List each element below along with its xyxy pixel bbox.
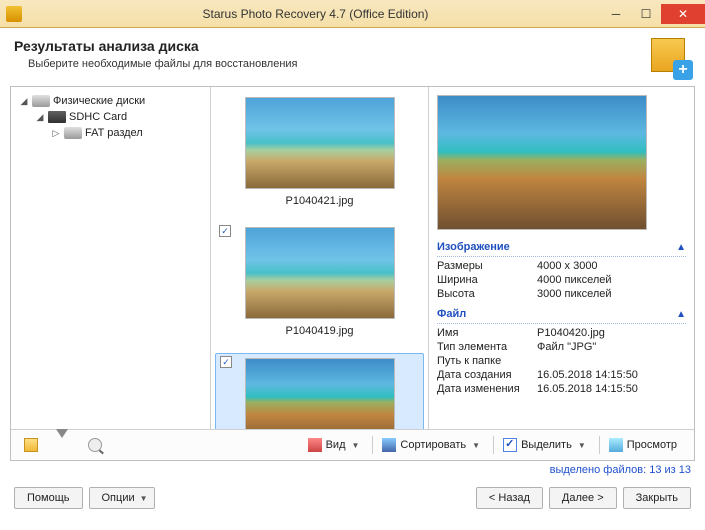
status-text: выделено файлов: 13 из 13 (0, 461, 705, 479)
section-title: Изображение (437, 241, 510, 253)
search-icon (88, 438, 102, 452)
prop-label: Высота (437, 288, 537, 300)
toolbar-label: Сортировать (400, 439, 466, 451)
preview-icon (609, 438, 623, 452)
thumbnail-list[interactable]: P1040421.jpg ✓ P1040419.jpg ✓ P1040420.j… (211, 87, 429, 429)
section-header-image[interactable]: Изображение ▲ (437, 238, 686, 257)
close-button[interactable]: ✕ (661, 4, 705, 24)
thumbnail-item-selected[interactable]: ✓ P1040420.jpg (215, 353, 424, 429)
app-icon (6, 6, 22, 22)
drive-icon (32, 95, 50, 107)
thumbnail-caption: P1040421.jpg (219, 195, 420, 207)
page-title: Результаты анализа диска (14, 38, 298, 54)
prop-value: 4000 x 3000 (537, 260, 686, 272)
expand-icon[interactable]: ◢ (35, 112, 45, 123)
button-label: Опции (102, 492, 135, 504)
toolbar-label: Вид (326, 439, 346, 451)
toolbar-label: Выделить (521, 439, 572, 451)
filter-icon (56, 438, 70, 452)
thumbnail-caption: P1040419.jpg (219, 325, 420, 337)
expand-icon[interactable]: ▷ (51, 128, 61, 139)
toolbar-search-button[interactable] (81, 434, 109, 456)
thumbnail-item[interactable]: P1040421.jpg (215, 93, 424, 211)
collapse-icon[interactable]: ▲ (676, 309, 686, 320)
toolbar: Вид ▼ Сортировать ▼ Выделить ▼ Просмотр (11, 430, 694, 460)
tree-node-sdhc[interactable]: ◢ SDHC Card (15, 109, 206, 125)
prop-label: Ширина (437, 274, 537, 286)
page-subtitle: Выберите необходимые файлы для восстанов… (14, 58, 298, 70)
select-icon (503, 438, 517, 452)
folder-icon (24, 438, 38, 452)
chevron-down-icon: ▼ (352, 441, 360, 450)
prop-label: Тип элемента (437, 341, 537, 353)
select-menu-button[interactable]: Выделить ▼ (496, 434, 593, 456)
thumbnail-item[interactable]: ✓ P1040419.jpg (215, 223, 424, 341)
properties-image-section: Изображение ▲ Размеры4000 x 3000 Ширина4… (429, 238, 694, 305)
prop-label: Дата создания (437, 369, 537, 381)
prop-value: 16.05.2018 14:15:50 (537, 383, 686, 395)
main-panel: ◢ Физические диски ◢ SDHC Card ▷ FAT раз… (10, 86, 695, 461)
partition-icon (64, 127, 82, 139)
checkbox[interactable]: ✓ (220, 356, 232, 368)
options-button[interactable]: Опции ▼ (89, 487, 155, 509)
close-wizard-button[interactable]: Закрыть (623, 487, 691, 509)
toolbar-label: Просмотр (627, 439, 677, 451)
minimize-button[interactable]: ─ (601, 4, 631, 24)
separator (599, 436, 600, 454)
sd-card-icon (48, 111, 66, 123)
separator (493, 436, 494, 454)
prop-label: Имя (437, 327, 537, 339)
prop-value: 16.05.2018 14:15:50 (537, 369, 686, 381)
maximize-button[interactable]: ☐ (631, 4, 661, 24)
back-button[interactable]: < Назад (476, 487, 543, 509)
sort-menu-button[interactable]: Сортировать ▼ (375, 434, 487, 456)
section-header-file[interactable]: Файл ▲ (437, 305, 686, 324)
view-menu-button[interactable]: Вид ▼ (301, 434, 367, 456)
prop-value: Файл "JPG" (537, 341, 686, 353)
chevron-down-icon: ▼ (578, 441, 586, 450)
prop-label: Путь к папке (437, 355, 537, 367)
preview-pane: Изображение ▲ Размеры4000 x 3000 Ширина4… (429, 87, 694, 429)
preview-button[interactable]: Просмотр (602, 434, 684, 456)
next-button[interactable]: Далее > (549, 487, 617, 509)
thumbnail-image (245, 97, 395, 189)
title-bar: Starus Photo Recovery 4.7 (Office Editio… (0, 0, 705, 28)
toolbar-filter-button[interactable] (49, 434, 77, 456)
checkbox[interactable]: ✓ (219, 225, 231, 237)
expand-icon[interactable]: ◢ (19, 96, 29, 107)
wizard-footer: Помощь Опции ▼ < Назад Далее > Закрыть (0, 479, 705, 519)
device-tree[interactable]: ◢ Физические диски ◢ SDHC Card ▷ FAT раз… (11, 87, 211, 429)
prop-value: 4000 пикселей (537, 274, 686, 286)
tree-label: SDHC Card (69, 111, 127, 123)
toolbar-folder-button[interactable] (17, 434, 45, 456)
separator (372, 436, 373, 454)
prop-value: 3000 пикселей (537, 288, 686, 300)
prop-label: Дата изменения (437, 383, 537, 395)
sort-icon (382, 438, 396, 452)
window-title: Starus Photo Recovery 4.7 (Office Editio… (30, 7, 601, 21)
chevron-down-icon: ▼ (140, 494, 148, 503)
thumbnail-image (245, 227, 395, 319)
tree-label: Физические диски (53, 95, 145, 107)
section-title: Файл (437, 308, 466, 320)
prop-value: P1040420.jpg (537, 327, 686, 339)
prop-label: Размеры (437, 260, 537, 272)
wizard-header: Результаты анализа диска Выберите необхо… (0, 28, 705, 86)
header-icon: + (651, 38, 691, 78)
preview-image (437, 95, 647, 230)
prop-value (537, 355, 686, 367)
tree-label: FAT раздел (85, 127, 143, 139)
chevron-down-icon: ▼ (472, 441, 480, 450)
view-icon (308, 438, 322, 452)
tree-node-fat[interactable]: ▷ FAT раздел (15, 125, 206, 141)
tree-node-physical-disks[interactable]: ◢ Физические диски (15, 93, 206, 109)
properties-file-section: Файл ▲ ИмяP1040420.jpg Тип элементаФайл … (429, 305, 694, 400)
help-button[interactable]: Помощь (14, 487, 83, 509)
thumbnail-image (245, 358, 395, 429)
collapse-icon[interactable]: ▲ (676, 242, 686, 253)
